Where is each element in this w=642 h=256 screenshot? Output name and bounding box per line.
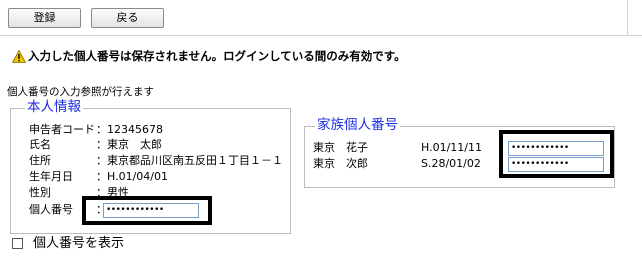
family-member-name: 東京 次郎 [313,157,368,170]
personal-info-legend: 本人情報 [25,99,83,115]
warning-text: 入力した個人番号は保存されません。ログインしている間のみ有効です。 [28,49,406,63]
page-description: 個人番号の入力参照が行えます [7,86,154,98]
address-label: 住所 [29,154,51,167]
toolbar-divider [627,0,628,36]
family-member-birthdate: S.28/01/02 [421,157,481,170]
birthdate-value: ：H.01/04/01 [96,170,168,183]
toolbar: 登録 戻る [0,0,642,36]
birthdate-label: 生年月日 [29,170,73,183]
warning-icon [12,49,26,63]
name-label: 氏名 [29,138,51,151]
warning-message: 入力した個人番号は保存されません。ログインしている間のみ有効です。 [12,48,406,64]
declarant-code-label: 申告者コード [29,123,95,136]
gender-label: 性別 [29,186,51,199]
register-button[interactable]: 登録 [8,8,81,28]
declarant-code-value: ：12345678 [96,123,163,136]
address-value: ：東京都品川区南五反田１丁目１－１ [96,154,283,167]
show-number-label[interactable]: 個人番号を表示 [33,236,124,251]
family-number-highlight [499,130,614,178]
show-number-checkbox[interactable] [12,238,23,249]
personal-number-highlight [82,196,212,225]
name-value: ：東京 太郎 [96,138,162,151]
family-member-name: 東京 花子 [313,141,368,154]
family-member-birthdate: H.01/11/11 [421,141,482,154]
personal-number-label: 個人番号 [29,203,73,216]
family-numbers-legend: 家族個人番号 [315,117,400,133]
back-button[interactable]: 戻る [91,8,164,28]
